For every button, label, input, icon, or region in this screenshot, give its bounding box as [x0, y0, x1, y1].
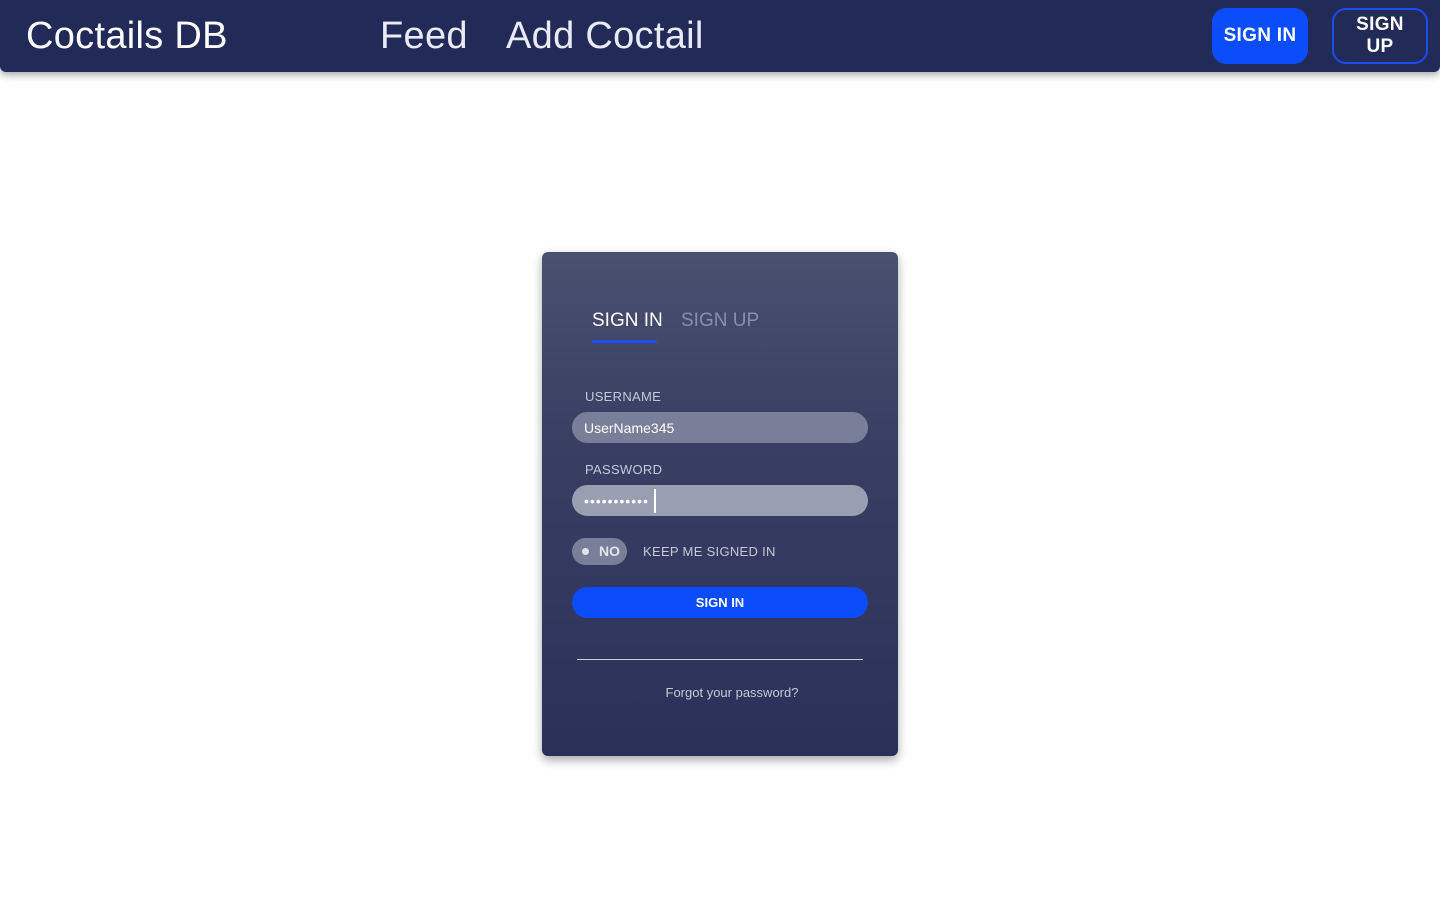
nav-link-add-coctail[interactable]: Add Coctail — [506, 12, 704, 60]
keep-signed-in-toggle[interactable]: NO — [572, 538, 627, 565]
active-tab-indicator — [592, 340, 657, 343]
keep-signed-in-label: KEEP ME SIGNED IN — [643, 544, 776, 559]
top-navbar: Coctails DB Feed Add Coctail SIGN IN SIG… — [0, 0, 1440, 72]
header-sign-in-button[interactable]: SIGN IN — [1212, 8, 1308, 64]
text-caret — [653, 488, 656, 513]
divider — [577, 659, 863, 660]
brand-title[interactable]: Coctails DB — [26, 12, 228, 60]
forgot-password-link[interactable]: Forgot your password? — [542, 685, 922, 700]
auth-card: SIGN IN SIGN UP USERNAME PASSWORD ••••••… — [542, 252, 898, 756]
username-input[interactable] — [572, 412, 868, 443]
username-label: USERNAME — [585, 389, 662, 404]
password-label: PASSWORD — [585, 462, 663, 477]
password-input[interactable]: ••••••••••• — [572, 485, 868, 516]
toggle-knob — [582, 548, 589, 555]
password-mask: ••••••••••• — [584, 492, 649, 509]
tab-sign-up[interactable]: SIGN UP — [681, 308, 759, 334]
sign-in-submit-button[interactable]: SIGN IN — [572, 587, 868, 618]
header-sign-up-button[interactable]: SIGN UP — [1332, 8, 1428, 64]
toggle-state-text: NO — [599, 543, 620, 559]
nav-link-feed[interactable]: Feed — [380, 12, 468, 60]
tab-sign-in[interactable]: SIGN IN — [592, 308, 663, 334]
